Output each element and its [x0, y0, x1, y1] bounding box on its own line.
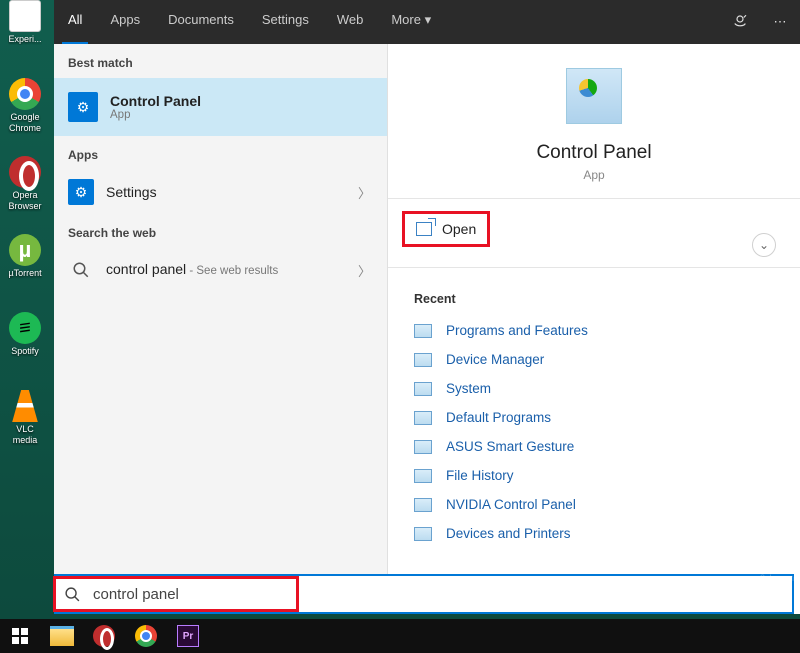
recent-item[interactable]: Device Manager: [414, 345, 784, 374]
result-title: Control Panel: [110, 93, 373, 109]
expand-chevron-icon[interactable]: ⌄: [752, 233, 776, 257]
search-icon: [68, 257, 94, 283]
best-match-header: Best match: [54, 44, 387, 78]
search-web-header: Search the web: [54, 214, 387, 248]
control-panel-icon: [566, 68, 622, 124]
result-subtitle: App: [110, 109, 373, 121]
result-settings[interactable]: Settings 〉: [54, 170, 387, 214]
preview-subtitle: App: [388, 168, 800, 182]
recent-item[interactable]: ASUS Smart Gesture: [414, 432, 784, 461]
recent-item[interactable]: Devices and Printers: [414, 519, 784, 548]
tab-more[interactable]: More ▾: [377, 0, 445, 44]
tab-settings[interactable]: Settings: [248, 0, 323, 44]
recent-item[interactable]: System: [414, 374, 784, 403]
desktop-icon-spotify[interactable]: Spotify: [4, 312, 46, 370]
start-button[interactable]: [6, 622, 34, 650]
preview-title: Control Panel: [388, 142, 800, 164]
panel-item-icon: [414, 382, 432, 396]
result-subtitle: - See web results: [186, 265, 278, 277]
result-best-control-panel[interactable]: Control Panel App: [54, 78, 387, 136]
panel-item-icon: [414, 440, 432, 454]
recent-item[interactable]: Programs and Features: [414, 316, 784, 345]
desktop-icon-opera[interactable]: Opera Browser: [4, 156, 46, 214]
watermark: w3zh.com: [753, 573, 794, 583]
taskbar-premiere[interactable]: Pr: [174, 622, 202, 650]
chrome-icon: [135, 625, 157, 647]
desktop-icons: Experi... Google Chrome Opera Browser µT…: [4, 0, 52, 448]
result-title: Settings: [106, 184, 354, 200]
tab-all[interactable]: All: [54, 0, 96, 44]
taskbar: Pr: [0, 619, 800, 653]
file-explorer-icon: [50, 626, 74, 646]
result-preview: Control Panel App Open ⌄ Recent Programs…: [388, 44, 800, 614]
premiere-icon: Pr: [177, 625, 199, 647]
open-label: Open: [442, 221, 476, 237]
panel-item-icon: [414, 411, 432, 425]
desktop-icon-experiment[interactable]: Experi...: [4, 0, 46, 58]
chevron-right-icon: 〉: [354, 261, 375, 280]
recent-item[interactable]: File History: [414, 461, 784, 490]
search-icon: [56, 586, 89, 603]
apps-header: Apps: [54, 136, 387, 170]
panel-item-icon: [414, 353, 432, 367]
search-input[interactable]: [89, 579, 296, 609]
panel-item-icon: [414, 469, 432, 483]
taskbar-explorer[interactable]: [48, 622, 76, 650]
recent-item[interactable]: NVIDIA Control Panel: [414, 490, 784, 519]
tab-documents[interactable]: Documents: [154, 0, 248, 44]
panel-item-icon: [414, 324, 432, 338]
panel-item-icon: [414, 498, 432, 512]
recent-header: Recent: [414, 286, 784, 316]
desktop-icon-vlc[interactable]: VLC media player: [4, 390, 46, 448]
chevron-down-icon: ▾: [425, 12, 432, 27]
result-title: control panel: [106, 261, 186, 277]
recent-item[interactable]: Default Programs: [414, 403, 784, 432]
desktop-icon-utorrent[interactable]: µTorrent: [4, 234, 46, 292]
search-box[interactable]: [54, 574, 794, 614]
tab-apps[interactable]: Apps: [96, 0, 154, 44]
more-options-icon[interactable]: ⋯: [760, 0, 800, 44]
panel-item-icon: [414, 527, 432, 541]
desktop-icon-chrome[interactable]: Google Chrome: [4, 78, 46, 136]
open-button[interactable]: Open: [404, 213, 488, 245]
gear-icon: [68, 179, 94, 205]
open-icon: [416, 222, 432, 236]
control-panel-icon: [68, 92, 98, 122]
feedback-icon[interactable]: [720, 0, 760, 44]
chevron-right-icon: 〉: [354, 183, 375, 202]
taskbar-chrome[interactable]: [132, 622, 160, 650]
divider: [388, 267, 800, 268]
search-scope-tabs: All Apps Documents Settings Web More ▾ ⋯: [54, 0, 800, 44]
result-web-search[interactable]: control panel - See web results 〉: [54, 248, 387, 292]
tab-web[interactable]: Web: [323, 0, 378, 44]
results-list: Best match Control Panel App Apps Settin…: [54, 44, 388, 614]
search-panel: Best match Control Panel App Apps Settin…: [54, 44, 800, 614]
opera-icon: [93, 625, 115, 647]
taskbar-opera[interactable]: [90, 622, 118, 650]
